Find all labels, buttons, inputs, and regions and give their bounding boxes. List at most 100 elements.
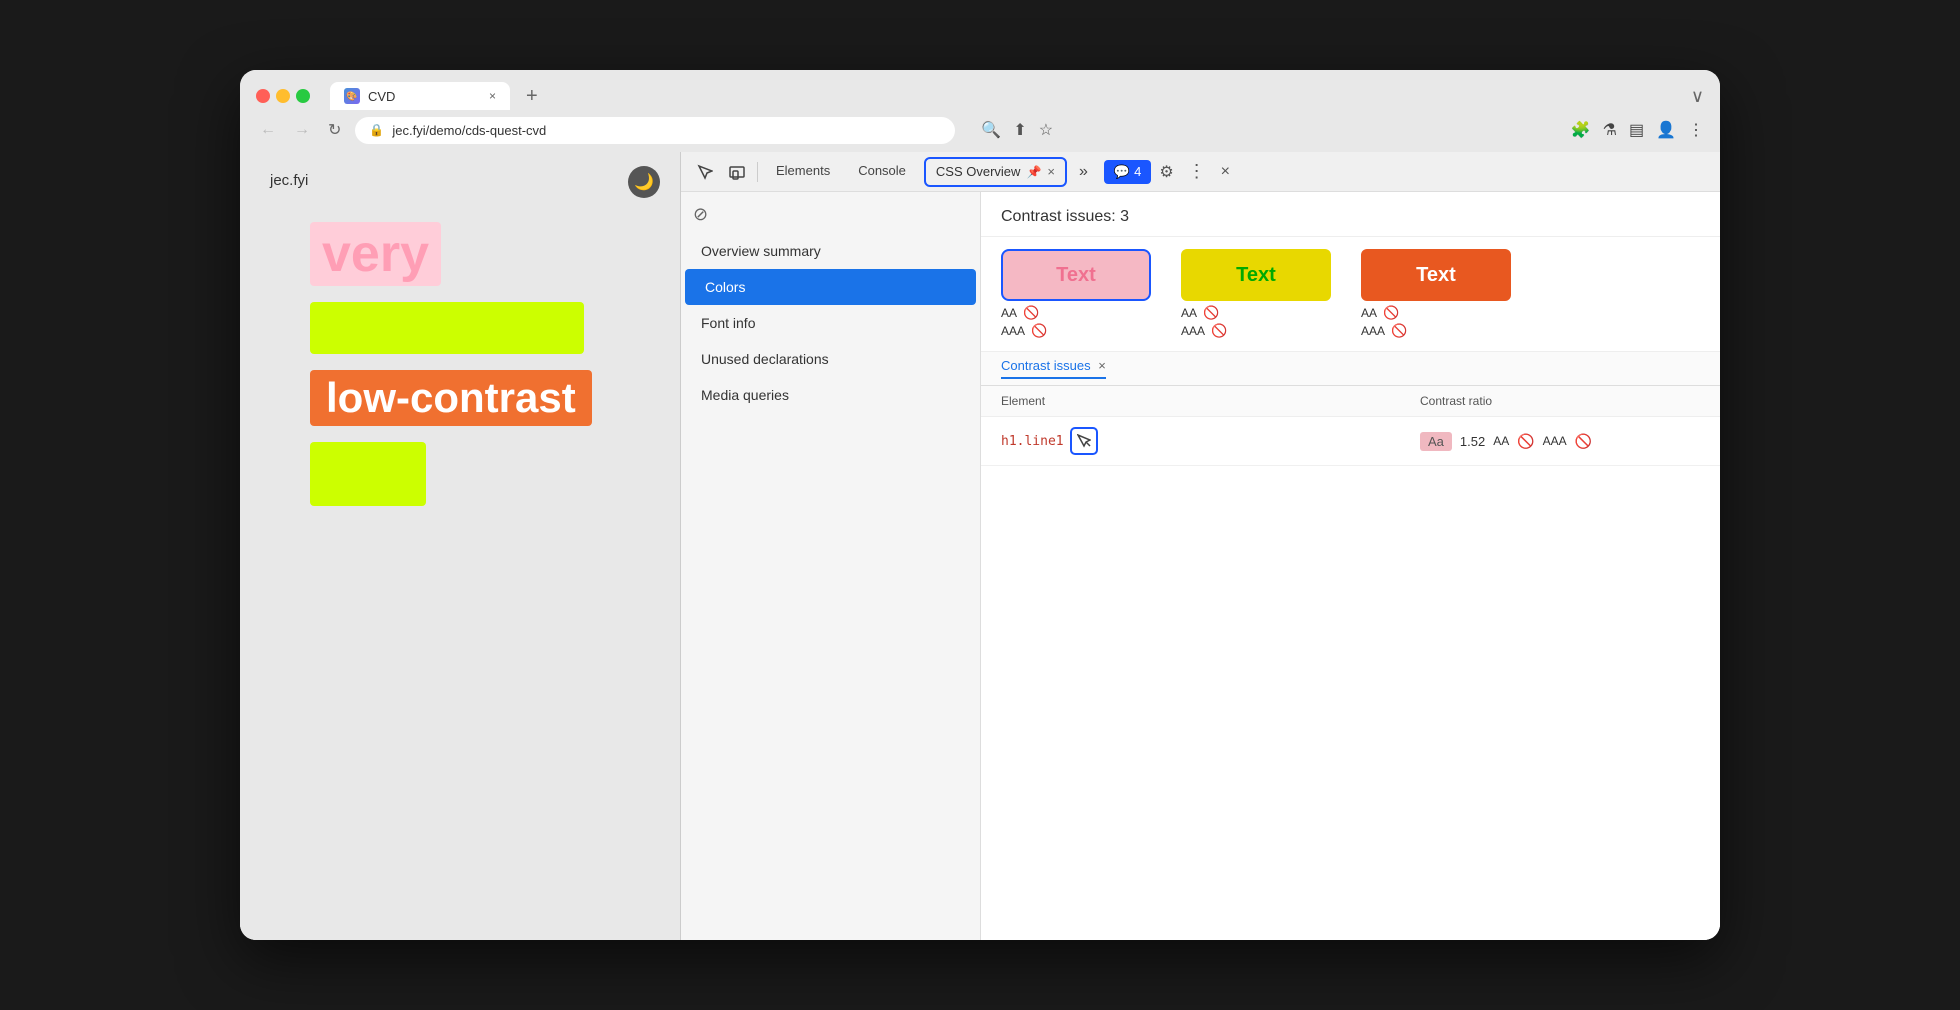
contrast-swatches: Text AA 🚫 AAA 🚫 bbox=[981, 237, 1720, 352]
swatch-text-2: Text bbox=[1236, 264, 1276, 287]
browser-body: jec.fyi 🌙 very inaccessible low-contrast… bbox=[240, 152, 1720, 940]
aaa-fail-icon-3: 🚫 bbox=[1391, 323, 1407, 339]
contrast-swatch-1: Text AA 🚫 AAA 🚫 bbox=[1001, 249, 1151, 339]
pin-icon: 📌 bbox=[1026, 165, 1041, 179]
tab-console[interactable]: Console bbox=[844, 152, 920, 192]
contrast-swatch-2: Text AA 🚫 AAA 🚫 bbox=[1181, 249, 1331, 339]
rating-row-aa-3: AA 🚫 bbox=[1361, 305, 1399, 321]
tab-elements[interactable]: Elements bbox=[762, 152, 844, 192]
tab-close-button[interactable]: × bbox=[489, 89, 496, 103]
table-row: h1.line1 Aa 1.52 bbox=[981, 417, 1720, 466]
extensions-icon[interactable]: 🧩 bbox=[1571, 120, 1591, 140]
chat-count: 4 bbox=[1134, 164, 1141, 179]
aa-fail-icon: 🚫 bbox=[1517, 433, 1534, 450]
back-button[interactable]: ← bbox=[256, 117, 280, 143]
close-traffic-light[interactable] bbox=[256, 89, 270, 103]
browser-icons: 🧩 ⚗ ▤ 👤 ⋮ bbox=[1571, 120, 1704, 140]
reload-button[interactable]: ↻ bbox=[324, 116, 345, 144]
col-header-ratio: Contrast ratio bbox=[1420, 394, 1700, 408]
address-icons: 🔍 ⬆ ☆ bbox=[981, 120, 1053, 140]
rating-row-aa-2: AA 🚫 bbox=[1181, 305, 1219, 321]
no-icon: ⊘ bbox=[693, 204, 708, 224]
rating-row-aaa-2: AAA 🚫 bbox=[1181, 323, 1227, 339]
ratio-cell: Aa 1.52 AA 🚫 AAA 🚫 bbox=[1420, 432, 1700, 451]
swatch-text-1: Text bbox=[1056, 264, 1096, 287]
tab-title: CVD bbox=[368, 89, 395, 104]
element-name-cell: h1.line1 bbox=[1001, 427, 1420, 455]
more-options-button[interactable]: ⋮ bbox=[1182, 161, 1213, 182]
aa-label-2: AA bbox=[1181, 306, 1197, 320]
page-content: jec.fyi 🌙 very inaccessible low-contrast… bbox=[240, 152, 680, 940]
contrast-issues-tab[interactable]: Contrast issues × bbox=[1001, 358, 1106, 379]
aaa-fail-icon-2: 🚫 bbox=[1211, 323, 1227, 339]
tab-more-button[interactable]: ∨ bbox=[1691, 86, 1704, 107]
menu-icon[interactable]: ⋮ bbox=[1688, 120, 1704, 140]
minimize-traffic-light[interactable] bbox=[276, 89, 290, 103]
swatch-text-3: Text bbox=[1416, 264, 1456, 287]
swatch-box-2[interactable]: Text bbox=[1181, 249, 1331, 301]
rating-row-aaa-3: AAA 🚫 bbox=[1361, 323, 1407, 339]
sidebar-item-colors[interactable]: Colors bbox=[685, 269, 976, 305]
inspect-element-button[interactable] bbox=[1070, 427, 1098, 455]
word-text: text bbox=[310, 442, 426, 506]
contrast-issues-tab-label: Contrast issues bbox=[1001, 358, 1091, 373]
element-selector: h1.line1 bbox=[1001, 434, 1064, 449]
aaa-fail-icon: 🚫 bbox=[1575, 433, 1592, 450]
aaa-label-1: AAA bbox=[1001, 324, 1025, 338]
devtools-sidebar: ⊘ Overview summary Colors Font info Unus… bbox=[681, 192, 981, 940]
sidebar-item-font-info[interactable]: Font info bbox=[681, 305, 980, 341]
chat-button[interactable]: 💬 4 bbox=[1104, 160, 1151, 184]
aa-label-1: AA bbox=[1001, 306, 1017, 320]
device-mode-icon[interactable] bbox=[721, 156, 753, 188]
share-icon[interactable]: ⬆ bbox=[1013, 120, 1026, 140]
sidebar-item-media-queries[interactable]: Media queries bbox=[681, 377, 980, 413]
aa-fail-icon-3: 🚫 bbox=[1383, 305, 1399, 321]
aaa-label-3: AAA bbox=[1361, 324, 1385, 338]
tab-favicon: 🎨 bbox=[344, 88, 360, 104]
devtools-panel: Elements Console CSS Overview 📌 × » 💬 4 … bbox=[680, 152, 1720, 940]
new-tab-button[interactable]: + bbox=[518, 85, 546, 108]
swatch-rating-1: AA 🚫 AAA 🚫 bbox=[1001, 305, 1151, 339]
contrast-table: Contrast issues × Element Contrast ratio… bbox=[981, 352, 1720, 940]
tab-row: 🎨 CVD × + ∨ bbox=[256, 82, 1704, 110]
css-overview-close[interactable]: × bbox=[1047, 164, 1055, 179]
word-very: very bbox=[310, 222, 441, 286]
address-bar[interactable]: 🔒 jec.fyi/demo/cds-quest-cvd bbox=[355, 117, 955, 144]
sidebar-item-overview[interactable]: Overview summary bbox=[681, 233, 980, 269]
forward-button[interactable]: → bbox=[290, 117, 314, 143]
traffic-lights bbox=[256, 89, 310, 103]
demo-words: very inaccessible low-contrast text bbox=[270, 222, 650, 506]
inspect-tool-icon[interactable] bbox=[689, 156, 721, 188]
sidebar-icon[interactable]: ▤ bbox=[1629, 120, 1644, 140]
address-row: ← → ↻ 🔒 jec.fyi/demo/cds-quest-cvd 🔍 ⬆ ☆… bbox=[240, 110, 1720, 152]
sidebar-item-unused-declarations[interactable]: Unused declarations bbox=[681, 341, 980, 377]
dark-mode-toggle[interactable]: 🌙 bbox=[628, 166, 660, 198]
active-tab[interactable]: 🎨 CVD × bbox=[330, 82, 510, 110]
search-icon[interactable]: 🔍 bbox=[981, 120, 1001, 140]
word-low-contrast: low-contrast bbox=[310, 370, 592, 426]
swatch-box-1[interactable]: Text bbox=[1001, 249, 1151, 301]
title-bar: 🎨 CVD × + ∨ bbox=[240, 70, 1720, 110]
aaa-fail-icon-1: 🚫 bbox=[1031, 323, 1047, 339]
profile-icon[interactable]: 👤 bbox=[1656, 120, 1676, 140]
swatch-rating-2: AA 🚫 AAA 🚫 bbox=[1181, 305, 1331, 339]
tab-css-overview[interactable]: CSS Overview 📌 × bbox=[924, 157, 1067, 187]
aa-fail-icon-2: 🚫 bbox=[1203, 305, 1219, 321]
contrast-header: Contrast issues: 3 bbox=[981, 192, 1720, 237]
swatch-box-3[interactable]: Text bbox=[1361, 249, 1511, 301]
site-label: jec.fyi bbox=[270, 172, 308, 189]
fullscreen-traffic-light[interactable] bbox=[296, 89, 310, 103]
more-tabs-button[interactable]: » bbox=[1071, 152, 1096, 192]
devtools-main-panel: Contrast issues: 3 Text AA 🚫 bbox=[981, 192, 1720, 940]
swatch-rating-3: AA 🚫 AAA 🚫 bbox=[1361, 305, 1511, 339]
css-overview-label: CSS Overview bbox=[936, 164, 1021, 179]
rating-row-aa-1: AA 🚫 bbox=[1001, 305, 1039, 321]
aa-swatch: Aa bbox=[1420, 432, 1452, 451]
lab-icon[interactable]: ⚗ bbox=[1603, 120, 1617, 140]
contrast-issues-tab-close[interactable]: × bbox=[1098, 358, 1106, 373]
bookmark-icon[interactable]: ☆ bbox=[1039, 120, 1053, 140]
devtools-toolbar: Elements Console CSS Overview 📌 × » 💬 4 … bbox=[681, 152, 1720, 192]
settings-button[interactable]: ⚙ bbox=[1151, 162, 1181, 182]
devtools-close-button[interactable]: × bbox=[1213, 163, 1238, 181]
aa-label-3: AA bbox=[1361, 306, 1377, 320]
